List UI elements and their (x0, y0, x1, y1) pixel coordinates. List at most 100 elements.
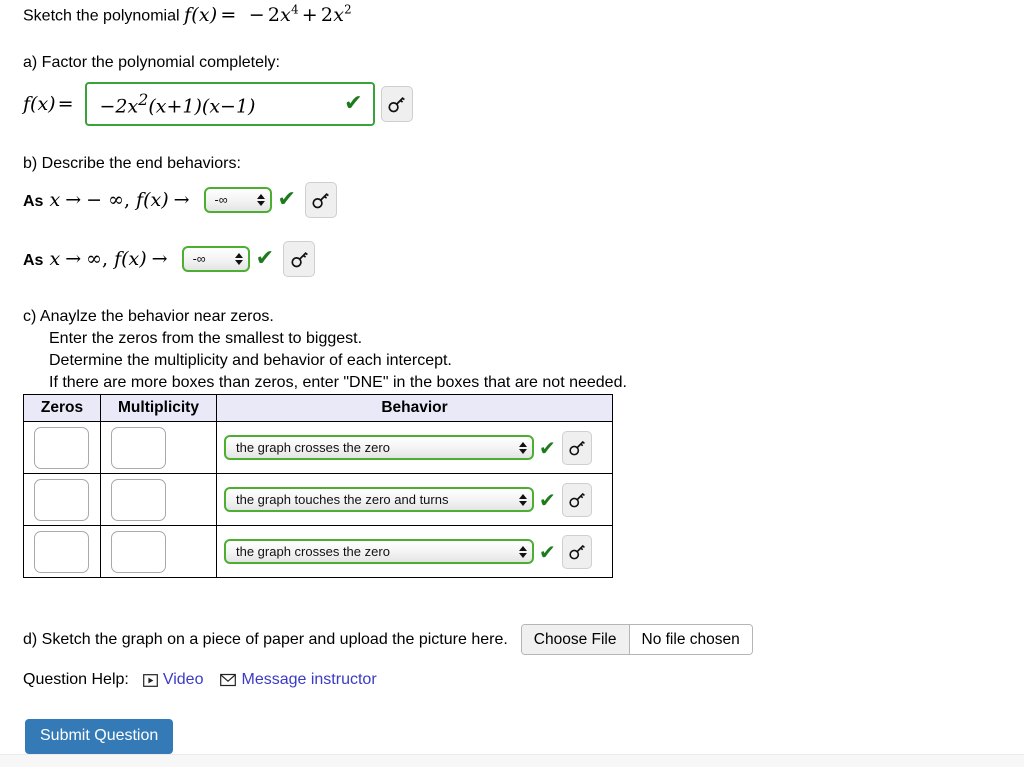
behavior-select-3[interactable]: the graph crosses the zero (224, 539, 534, 564)
spinner-arrows-icon (519, 545, 527, 558)
part-a-fx-label: f(x) = (23, 93, 85, 115)
play-box-icon-svg (142, 673, 158, 687)
envelope-icon-svg (220, 673, 237, 687)
part-c-line4: If there are more boxes than zeros, ente… (49, 374, 627, 391)
prompt-var2: x (333, 4, 345, 27)
behavior-cell-3-pad: the graph crosses the zero ✔ (217, 526, 612, 577)
correct-check-icon: ✔ (344, 91, 363, 116)
key-icon (388, 96, 405, 112)
key-icon (569, 440, 585, 455)
part-c-instructions: c) Anaylze the behavior near zeros. Ente… (23, 306, 627, 394)
zero-input-2[interactable] (34, 478, 89, 521)
behavior-cell-1-pad: the graph crosses the zero ✔ (217, 422, 612, 473)
question-page: Sketch the polynomial f(x) = −2x4 +2x2 a) … (0, 0, 1024, 767)
file-upload-control[interactable]: Choose File No file chosen (520, 624, 753, 655)
key-icon (312, 192, 330, 208)
question-prompt: Sketch the polynomial f(x) = −2x4 +2x2 (23, 2, 352, 27)
end-behavior-text-1: As x → − ∞, f(x) → (23, 189, 204, 211)
video-link[interactable]: Video (163, 671, 204, 689)
multiplicity-cell-1-pad (101, 422, 216, 473)
prompt-plus: + (301, 4, 318, 27)
multiplicity-input-3[interactable] (111, 530, 166, 573)
factor-coef: 2 (115, 95, 128, 118)
zeros-cell-3-pad (24, 526, 100, 577)
question-help-bar: Question Help: Video Message instructor (23, 671, 377, 689)
zeros-cell-1-pad (24, 422, 100, 473)
message-instructor-link[interactable]: Message instructor (241, 671, 376, 689)
choose-file-button[interactable]: Choose File (521, 625, 630, 654)
eb2-limit: ∞ (86, 248, 102, 270)
key-icon-button-b1[interactable] (304, 182, 337, 218)
eb2-x: x (49, 248, 61, 270)
eb1-limit: − ∞ (86, 189, 124, 211)
factor-exp: 2 (138, 90, 149, 110)
multiplicity-cell-3 (100, 525, 217, 578)
part-d-row: d) Sketch the graph on a piece of paper … (23, 624, 753, 655)
factor-answer-expression: −2x2(x+1)(x−1) (99, 90, 256, 118)
key-icon (290, 251, 308, 267)
prompt-formula: f(x) = −2x4 +2x2 (184, 3, 352, 27)
behavior-cell-2: the graph touches the zero and turns ✔ (216, 473, 613, 526)
envelope-icon[interactable] (220, 673, 237, 687)
behavior-select-1[interactable]: the graph crosses the zero (224, 435, 534, 460)
table-header-multiplicity: Multiplicity (100, 394, 217, 422)
eb2-arrow2: → (151, 248, 168, 270)
table-header-row: Zeros Multiplicity Behavior (23, 394, 613, 422)
zeros-table: Zeros Multiplicity Behavior the graph cr… (23, 394, 613, 578)
multiplicity-cell-2 (100, 473, 217, 526)
zero-input-1[interactable] (34, 426, 89, 469)
end-behavior-text-2: As x → ∞, f(x) → (23, 248, 182, 270)
prompt-lead: Sketch the polynomial (23, 7, 180, 25)
part-a-label: a) Factor the polynomial completely: (23, 54, 280, 71)
submit-question-button[interactable]: Submit Question (25, 719, 174, 754)
end-behavior-row-1: As x → − ∞, f(x) → -∞ ✔ (23, 182, 337, 218)
end-behavior-select-1-value: -∞ (214, 193, 228, 207)
table-row: the graph touches the zero and turns ✔ (23, 473, 613, 526)
factor-answer-input[interactable]: −2x2(x+1)(x−1) ✔ (84, 82, 375, 126)
eb1-arrow: → (65, 189, 82, 211)
prompt-coef1: 2 (267, 4, 281, 27)
zero-input-3[interactable] (34, 530, 89, 573)
multiplicity-cell-2-pad (101, 474, 216, 525)
prompt-equals: = (220, 4, 237, 27)
table-header-behavior: Behavior (216, 394, 613, 422)
spinner-arrows-icon (519, 441, 527, 454)
key-icon-button-a[interactable] (380, 86, 413, 122)
eb1-arrow2: → (173, 189, 190, 211)
end-behavior-row-2: As x → ∞, f(x) → -∞ ✔ (23, 241, 315, 277)
part-a-fx-text: f(x) (23, 93, 56, 115)
table-row: the graph crosses the zero ✔ (23, 525, 613, 578)
correct-check-icon-row1: ✔ (539, 435, 556, 460)
key-icon-button-row1[interactable] (561, 430, 592, 465)
part-d-label: d) Sketch the graph on a piece of paper … (23, 630, 508, 648)
eb2-fx: f(x) (114, 248, 147, 270)
zeros-cell-3 (23, 525, 101, 578)
bottom-band (0, 754, 1024, 767)
prompt-exp1: 4 (291, 3, 299, 17)
key-icon (569, 492, 585, 507)
key-icon-button-row3[interactable] (561, 534, 592, 569)
multiplicity-input-2[interactable] (111, 478, 166, 521)
eb1-x: x (49, 189, 61, 211)
key-icon-button-b2[interactable] (283, 241, 315, 277)
play-box-icon[interactable] (142, 673, 158, 688)
key-icon-button-row2[interactable] (561, 482, 592, 517)
part-b-label: b) Describe the end behaviors: (23, 155, 241, 172)
part-a-answer-row: f(x) = −2x2(x+1)(x−1) ✔ (23, 80, 413, 128)
end-behavior-select-2[interactable]: -∞ (181, 246, 250, 272)
multiplicity-input-1[interactable] (111, 426, 166, 469)
eb2-as: As (23, 252, 44, 269)
spinner-arrows-icon (256, 194, 265, 206)
prompt-var1: x (280, 4, 292, 27)
eb1-as: As (23, 193, 44, 210)
table-header-zeros: Zeros (23, 394, 101, 422)
end-behavior-select-1[interactable]: -∞ (203, 187, 272, 213)
spinner-arrows-icon (234, 253, 243, 265)
multiplicity-cell-1 (100, 421, 217, 474)
behavior-cell-3: the graph crosses the zero ✔ (216, 525, 613, 578)
behavior-select-3-value: the graph crosses the zero (236, 544, 390, 559)
behavior-select-2[interactable]: the graph touches the zero and turns (224, 487, 534, 512)
correct-check-icon-row3: ✔ (539, 539, 556, 564)
multiplicity-cell-3-pad (101, 526, 216, 577)
zeros-cell-2-pad (24, 474, 100, 525)
